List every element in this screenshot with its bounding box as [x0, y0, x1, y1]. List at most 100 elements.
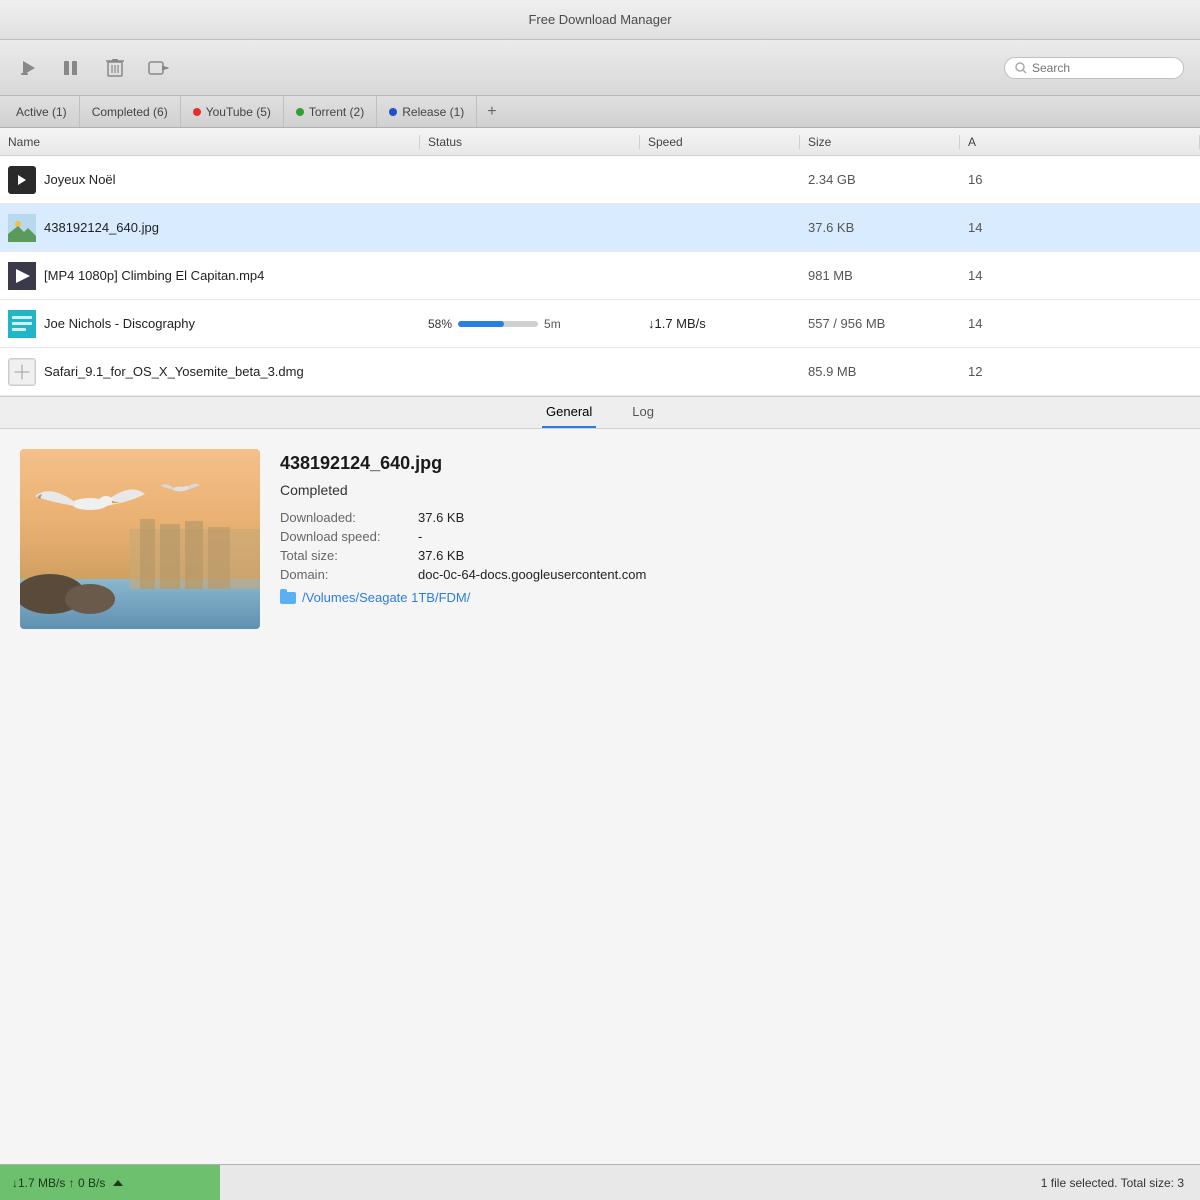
- added-cell: 14: [960, 220, 1200, 235]
- table-row[interactable]: Safari_9.1_for_OS_X_Yosemite_beta_3.dmg …: [0, 348, 1200, 396]
- detail-filename: 438192124_640.jpg: [280, 453, 1180, 474]
- speed-cell: ↓1.7 MB/s: [640, 316, 800, 331]
- trash-icon: [106, 58, 124, 78]
- table-row[interactable]: 438192124_640.jpg 37.6 KB 14: [0, 204, 1200, 252]
- col-header-name: Name: [0, 135, 420, 149]
- pause-icon: [62, 59, 82, 77]
- title-bar: Free Download Manager: [0, 0, 1200, 40]
- detail-speed-row: Download speed: -: [280, 529, 1180, 544]
- tab-youtube[interactable]: YouTube (5): [181, 96, 284, 127]
- file-icon: [8, 214, 36, 242]
- table-row[interactable]: Joyeux Noël 2.34 GB 16: [0, 156, 1200, 204]
- speed-label: Download speed:: [280, 529, 410, 544]
- file-icon: [8, 166, 36, 194]
- start-button[interactable]: [16, 55, 42, 81]
- detail-path[interactable]: /Volumes/Seagate 1TB/FDM/: [280, 590, 1180, 605]
- release-dot: [389, 108, 397, 116]
- speed-value: -: [418, 529, 422, 544]
- progress-time: 5m: [544, 317, 561, 331]
- col-header-speed: Speed: [640, 135, 800, 149]
- progress-container: 58% 5m: [428, 317, 632, 331]
- file-icon: [8, 358, 36, 386]
- chevron-up-icon[interactable]: [113, 1180, 123, 1186]
- tabs-bar: Active (1) Completed (6) YouTube (5) Tor…: [0, 96, 1200, 128]
- search-input[interactable]: [1032, 61, 1172, 75]
- col-header-added: A: [960, 135, 1200, 149]
- filename: 438192124_640.jpg: [44, 220, 159, 235]
- domain-label: Domain:: [280, 567, 410, 582]
- domain-value: doc-0c-64-docs.googleusercontent.com: [418, 567, 646, 582]
- tab-youtube-label: YouTube (5): [206, 105, 271, 119]
- delete-button[interactable]: [102, 54, 128, 82]
- file-name-cell: 438192124_640.jpg: [0, 214, 420, 242]
- detail-info: 438192124_640.jpg Completed Downloaded: …: [280, 449, 1180, 629]
- tab-release[interactable]: Release (1): [377, 96, 477, 127]
- file-table: Name Status Speed Size A Joyeux Noël 2.3…: [0, 128, 1200, 396]
- added-cell: 16: [960, 172, 1200, 187]
- tab-active[interactable]: Active (1): [4, 96, 80, 127]
- move-button[interactable]: [144, 55, 174, 81]
- search-box[interactable]: [1004, 57, 1184, 79]
- add-tab-button[interactable]: +: [477, 96, 506, 127]
- detail-domain-row: Domain: doc-0c-64-docs.googleusercontent…: [280, 567, 1180, 582]
- file-name-cell: Safari_9.1_for_OS_X_Yosemite_beta_3.dmg: [0, 358, 420, 386]
- status-cell: 58% 5m: [420, 317, 640, 331]
- detail-status: Completed: [280, 482, 1180, 498]
- play-icon: [20, 59, 38, 77]
- detail-tab-log[interactable]: Log: [628, 397, 658, 428]
- size-cell: 2.34 GB: [800, 172, 960, 187]
- tab-active-label: Active (1): [16, 105, 67, 119]
- size-cell: 981 MB: [800, 268, 960, 283]
- torrent-dot: [296, 108, 304, 116]
- search-icon: [1015, 62, 1027, 74]
- status-speeds: ↓1.7 MB/s ↑ 0 B/s: [0, 1165, 220, 1200]
- tab-torrent[interactable]: Torrent (2): [284, 96, 377, 127]
- status-bar: ↓1.7 MB/s ↑ 0 B/s 1 file selected. Total…: [0, 1164, 1200, 1200]
- youtube-dot: [193, 108, 201, 116]
- size-cell: 85.9 MB: [800, 364, 960, 379]
- filename: [MP4 1080p] Climbing El Capitan.mp4: [44, 268, 264, 283]
- size-value: 37.6 KB: [418, 548, 464, 563]
- detail-content: 438192124_640.jpg Completed Downloaded: …: [0, 429, 1200, 649]
- move-icon: [148, 59, 170, 77]
- tab-torrent-label: Torrent (2): [309, 105, 364, 119]
- downloaded-label: Downloaded:: [280, 510, 410, 525]
- added-cell: 14: [960, 268, 1200, 283]
- downloaded-value: 37.6 KB: [418, 510, 464, 525]
- filename: Joyeux Noël: [44, 172, 116, 187]
- file-name-cell: Joe Nichols - Discography: [0, 310, 420, 338]
- progress-percent: 58%: [428, 317, 452, 331]
- table-row[interactable]: [MP4 1080p] Climbing El Capitan.mp4 981 …: [0, 252, 1200, 300]
- detail-panel: General Log: [0, 396, 1200, 1200]
- size-cell: 37.6 KB: [800, 220, 960, 235]
- path-value: /Volumes/Seagate 1TB/FDM/: [302, 590, 470, 605]
- toolbar: [0, 40, 1200, 96]
- pause-button[interactable]: [58, 55, 86, 81]
- tab-release-label: Release (1): [402, 105, 464, 119]
- file-name-cell: Joyeux Noël: [0, 166, 420, 194]
- detail-thumbnail: [20, 449, 260, 629]
- main-content: Name Status Speed Size A Joyeux Noël 2.3…: [0, 128, 1200, 1200]
- col-header-status: Status: [420, 135, 640, 149]
- size-cell: 557 / 956 MB: [800, 316, 960, 331]
- added-cell: 14: [960, 316, 1200, 331]
- detail-tab-general[interactable]: General: [542, 397, 596, 428]
- size-label: Total size:: [280, 548, 410, 563]
- file-icon: [8, 310, 36, 338]
- file-icon: [8, 262, 36, 290]
- selection-info: 1 file selected. Total size: 3: [1041, 1176, 1184, 1190]
- table-row[interactable]: Joe Nichols - Discography 58% 5m ↓1.7 MB…: [0, 300, 1200, 348]
- progress-fill: [458, 321, 504, 327]
- detail-size-row: Total size: 37.6 KB: [280, 548, 1180, 563]
- tab-completed-label: Completed (6): [92, 105, 168, 119]
- col-header-size: Size: [800, 135, 960, 149]
- filename: Joe Nichols - Discography: [44, 316, 195, 331]
- filename: Safari_9.1_for_OS_X_Yosemite_beta_3.dmg: [44, 364, 304, 379]
- added-cell: 12: [960, 364, 1200, 379]
- file-name-cell: [MP4 1080p] Climbing El Capitan.mp4: [0, 262, 420, 290]
- detail-downloaded-row: Downloaded: 37.6 KB: [280, 510, 1180, 525]
- tab-completed[interactable]: Completed (6): [80, 96, 181, 127]
- detail-tabs: General Log: [0, 397, 1200, 429]
- app-title: Free Download Manager: [528, 12, 671, 27]
- folder-icon: [280, 592, 296, 604]
